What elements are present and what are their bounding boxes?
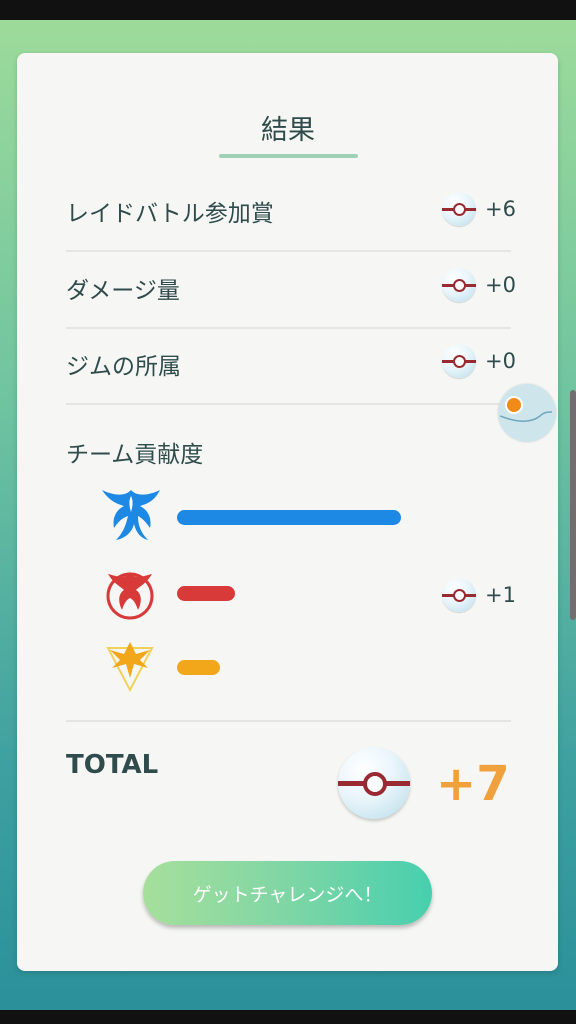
team-contribution-label: チーム貢献度 <box>66 442 204 468</box>
get-challenge-button[interactable]: ゲットチャレンジへ！ <box>143 861 432 925</box>
nav-bar <box>0 1010 576 1024</box>
total-label: TOTAL <box>66 750 159 780</box>
premier-ball-icon <box>338 747 410 819</box>
notification-dot-icon <box>505 396 523 414</box>
premier-ball-icon <box>442 268 476 302</box>
premier-ball-icon <box>442 192 476 226</box>
premier-ball-icon <box>442 344 476 378</box>
total-value: +7 <box>436 756 510 812</box>
title-underline <box>219 154 358 158</box>
reward-value: +6 <box>485 197 516 221</box>
result-title: 結果 <box>261 115 315 146</box>
team-bar-valor <box>177 586 235 601</box>
row-label-damage: ダメージ量 <box>66 278 180 304</box>
reward-damage: +0 <box>442 268 516 302</box>
reward-value: +0 <box>485 349 516 373</box>
divider <box>66 720 511 722</box>
divider <box>66 250 511 252</box>
reward-gym-affiliation: +0 <box>442 344 516 378</box>
divider <box>66 403 511 405</box>
articuno-icon <box>102 490 160 540</box>
zapdos-icon <box>106 642 154 693</box>
edge-panel-strip[interactable] <box>570 390 576 620</box>
premier-ball-icon <box>442 578 476 612</box>
row-label-gym-affiliation: ジムの所属 <box>66 354 181 380</box>
moltres-icon <box>106 572 154 620</box>
reward-value: +1 <box>485 583 516 607</box>
reward-raid-participation: +6 <box>442 192 516 226</box>
side-panel-handle[interactable] <box>498 384 556 442</box>
row-label-raid-participation: レイドバトル参加賞 <box>66 201 274 227</box>
reward-valor: +1 <box>442 578 516 612</box>
divider <box>66 327 511 329</box>
reward-value: +0 <box>485 273 516 297</box>
team-bar-instinct <box>177 660 220 675</box>
team-bar-mystic <box>177 510 401 525</box>
status-bar <box>0 0 576 20</box>
